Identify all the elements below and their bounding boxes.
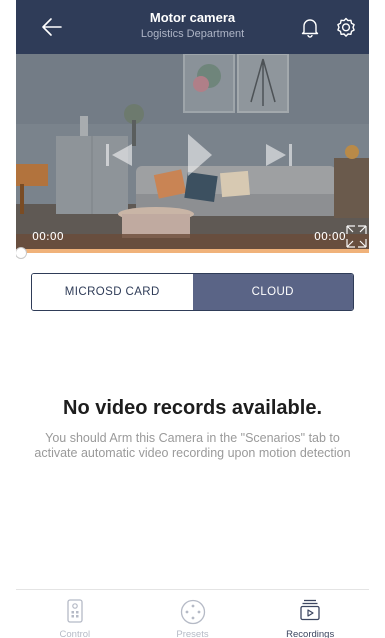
tab-cloud[interactable]: CLOUD <box>192 274 353 310</box>
back-arrow-icon[interactable] <box>40 16 64 38</box>
tab-presets[interactable]: Presets <box>134 590 252 638</box>
empty-state-title: No video records available. <box>63 397 322 419</box>
empty-state-description: You should Arm this Camera in the "Scena… <box>34 431 351 460</box>
tab-presets-label: Presets <box>176 629 209 638</box>
title-block: Motor camera Logistics Department <box>96 10 289 42</box>
video-frame-image <box>16 54 369 250</box>
tab-control-label: Control <box>59 629 91 638</box>
current-time: 00:00 <box>32 230 64 243</box>
recordings-icon <box>300 599 320 621</box>
video-player[interactable] <box>16 54 369 250</box>
bell-icon[interactable] <box>299 16 321 38</box>
gear-icon[interactable] <box>334 15 358 39</box>
source-tabs: MICROSD CARD CLOUD <box>31 273 354 311</box>
progress-bar[interactable] <box>16 249 369 253</box>
total-time: 00:00 <box>314 230 346 243</box>
tab-recordings-label: Recordings <box>286 629 335 638</box>
tab-control[interactable]: Control <box>16 590 134 638</box>
top-bar: Motor camera Logistics Department <box>16 0 369 54</box>
remote-icon <box>67 599 83 623</box>
tab-microsd-card[interactable]: MICROSD CARD <box>32 274 193 310</box>
tab-recordings[interactable]: Recordings <box>251 590 369 638</box>
page-subtitle: Logistics Department <box>140 28 245 40</box>
app-screen: Motor camera Logistics Department 00:00 … <box>16 0 369 638</box>
presets-icon <box>180 599 205 625</box>
progress-handle[interactable] <box>16 247 27 259</box>
page-title: Motor camera <box>149 10 236 25</box>
bottom-tab-bar: Control Presets Recordings <box>16 589 369 638</box>
